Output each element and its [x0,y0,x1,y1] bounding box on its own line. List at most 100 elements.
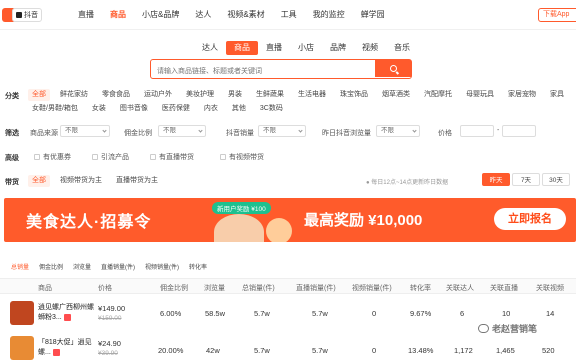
original-price: ¥159.00 [98,315,122,322]
screen-label: 筛选 [5,130,19,137]
nav-products[interactable]: 商品 [102,0,134,30]
views-cell: 58.5w [205,309,226,318]
sort-total[interactable]: 总销量 [6,262,34,271]
views-select[interactable]: 不限 [376,125,420,137]
nav-videos[interactable]: 视频&素材 [219,0,272,30]
live-checkbox[interactable]: 有直播带货 [150,152,194,162]
product-thumbnail[interactable] [10,336,34,360]
videos-cell[interactable]: 14 [546,309,554,318]
tab-products[interactable]: 商品 [226,41,258,55]
video-checkbox[interactable]: 有视频带货 [220,152,264,162]
rate-cell: 9.67% [410,309,432,318]
category-item[interactable]: 内衣 [200,103,222,115]
category-item[interactable]: 医药保健 [158,103,194,115]
th-price: 价格 [98,285,112,292]
search-button[interactable] [375,60,411,77]
tab-shops[interactable]: 小店 [290,41,322,55]
th-talent[interactable]: 关联达人 [446,283,474,293]
sort-commission[interactable]: 佣金比例 [34,262,68,271]
th-videos[interactable]: 关联视频 [536,283,564,293]
category-item[interactable]: 母婴玩具 [462,89,498,101]
views-value: 不限 [381,127,394,134]
tab-videos[interactable]: 视频 [354,41,386,55]
category-item[interactable]: 家具 [546,89,568,101]
traffic-label: 引流产品 [101,154,129,161]
commission-value: 不限 [163,127,176,134]
source-select[interactable]: 不限 [60,125,110,137]
sales-label: 抖音销量 [226,130,254,137]
talent-cell[interactable]: 1,172 [454,346,473,355]
category-all[interactable]: 全部 [28,89,50,101]
product-thumbnail[interactable] [10,301,34,325]
sort-views[interactable]: 浏览量 [68,262,96,271]
category-item[interactable]: 男装 [224,89,246,101]
tab-music[interactable]: 音乐 [386,41,418,55]
nav-talents[interactable]: 达人 [187,0,219,30]
carry-live[interactable]: 直播带货为主 [112,175,162,187]
product-name[interactable]: 「818大促」逍见螺... [38,338,94,358]
sales-select[interactable]: 不限 [258,125,306,137]
category-item[interactable]: 女鞋/男鞋/箱包 [28,103,82,115]
nav-shops[interactable]: 小店&品牌 [134,0,187,30]
rate-cell: 13.48% [408,346,434,355]
recruit-banner[interactable]: 美食达人·招募令 新用户奖励 ¥100 最高奖励 ¥10,000 立即报名 [4,198,576,242]
signup-button[interactable]: 立即报名 [494,208,566,230]
product-name[interactable]: 逍见螺广西柳州螺蛳粉3... [38,303,94,323]
nav-monitor[interactable]: 我的监控 [305,0,353,30]
day-7-button[interactable]: 7天 [512,173,540,186]
th-views[interactable]: 浏览量 [204,283,225,293]
category-item[interactable]: 美妆护理 [182,89,218,101]
checkbox-icon [92,154,98,160]
price-cell: ¥24.90 [98,339,121,348]
category-item[interactable]: 汽配摩托 [420,89,456,101]
commission-select[interactable]: 不限 [158,125,206,137]
category-item[interactable]: 生活电器 [294,89,330,101]
category-item[interactable]: 鲜花家纺 [56,89,92,101]
category-list-row1: 全部 鲜花家纺 零食食品 运动户外 美妆护理 男装 生鲜蔬果 生活电器 珠宝饰品 烟草酒类 汽配摩托… [28,89,576,101]
food-bowl-icon [214,214,264,242]
price-min-input[interactable] [460,125,494,137]
coupon-checkbox[interactable]: 有优惠券 [34,152,71,162]
category-item[interactable]: 3C数码 [256,103,287,115]
nav-tools[interactable]: 工具 [273,0,305,30]
category-item[interactable]: 珠宝饰品 [336,89,372,101]
th-commission[interactable]: 佣金比例 [160,283,188,293]
search-input[interactable] [157,63,357,80]
nav-live[interactable]: 直播 [70,0,102,30]
category-item[interactable]: 图书音像 [116,103,152,115]
lives-cell[interactable]: 10 [502,309,510,318]
chevron-down-icon [298,128,303,133]
promo-tag-icon [63,313,71,321]
talent-cell[interactable]: 6 [460,309,464,318]
day-yesterday-button[interactable]: 昨天 [482,173,510,186]
traffic-checkbox[interactable]: 引流产品 [92,152,129,162]
videos-cell[interactable]: 520 [542,346,555,355]
nav-academy[interactable]: 蝉学园 [353,0,393,30]
sort-video[interactable]: 视频销量(件) [140,262,184,271]
tab-talents[interactable]: 达人 [194,41,226,55]
sort-live[interactable]: 直播销量(件) [96,262,140,271]
price-max-input[interactable] [502,125,536,137]
th-lives[interactable]: 关联直播 [490,283,518,293]
category-item[interactable]: 生鲜蔬果 [252,89,288,101]
day-30-button[interactable]: 30天 [542,173,570,186]
th-video[interactable]: 视频销量(件) [352,283,392,293]
category-item[interactable]: 烟草酒类 [378,89,414,101]
search-icon [389,65,397,72]
platform-selector[interactable]: 抖音 [12,8,42,22]
th-live[interactable]: 直播销量(件) [296,283,336,293]
sort-rate[interactable]: 转化率 [184,262,212,271]
category-item[interactable]: 女装 [88,103,110,115]
category-item[interactable]: 家居宠物 [504,89,540,101]
category-item[interactable]: 运动户外 [140,89,176,101]
category-item[interactable]: 其他 [228,103,250,115]
download-app-button[interactable]: 下载App [538,8,576,22]
carry-video[interactable]: 视频带货为主 [56,175,106,187]
carry-all[interactable]: 全部 [28,175,50,187]
lives-cell[interactable]: 1,465 [496,346,515,355]
tab-brands[interactable]: 品牌 [322,41,354,55]
category-item[interactable]: 零食食品 [98,89,134,101]
th-total[interactable]: 总销量(件) [242,283,275,293]
tab-live[interactable]: 直播 [258,41,290,55]
th-rate[interactable]: 转化率 [410,283,431,293]
